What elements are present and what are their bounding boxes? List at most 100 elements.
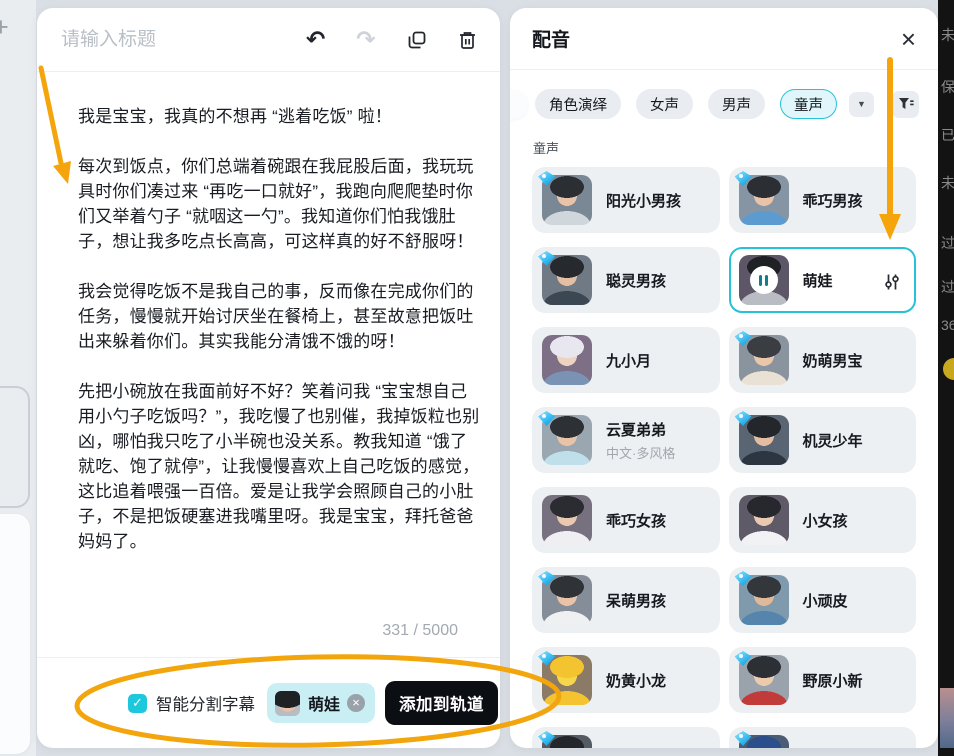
vip-diamond-icon — [735, 731, 752, 746]
voice-avatar — [739, 175, 789, 225]
voice-name: 聪灵男孩 — [606, 270, 666, 291]
text-paragraph: 先把小碗放在我面前好不好？笑着问我 “宝宝想自己用小勺子吃饭吗？”，我吃慢了也别… — [78, 379, 482, 554]
editor-bottombar: ✓ 智能分割字幕 萌娃 × 添加到轨道 — [37, 657, 500, 748]
voice-avatar — [542, 655, 592, 705]
voice-text-editor-panel: ↶ ↷ 我是宝宝，我真的不想再 “逃着吃饭” 啦！每次到饭点，你们总端着碗跟在我… — [37, 8, 500, 748]
filter-funnel-button[interactable] — [892, 91, 919, 118]
voice-name: 小顽皮 — [803, 590, 848, 611]
voice-avatar — [739, 335, 789, 385]
voice-avatar — [739, 255, 789, 305]
voice-card-野原小新[interactable]: 野原小新 — [729, 647, 917, 713]
voice-avatar — [542, 175, 592, 225]
voice-card-奶萌男宝[interactable]: 奶萌男宝 — [729, 327, 917, 393]
voice-subtitle: 中文·多风格 — [606, 443, 675, 462]
voice-card-乖巧女孩[interactable]: 乖巧女孩 — [532, 487, 720, 553]
background-cutoff-label: 已 — [941, 125, 954, 145]
voice-avatar — [542, 495, 592, 545]
filter-pill-童声[interactable]: 童声 — [780, 89, 837, 119]
voice-name: 机灵少年 — [803, 430, 863, 451]
voice-card[interactable] — [532, 727, 720, 748]
smart-split-checkbox[interactable]: ✓ — [128, 694, 147, 713]
editor-titlebar: ↶ ↷ — [37, 8, 500, 72]
filter-pill-男声[interactable]: 男声 — [708, 89, 765, 119]
voice-name: 小女孩 — [803, 510, 848, 531]
dubbing-panel: 配音 × 角色演绎女声男声童声 ▼ 童声 阳光小男孩 — [510, 8, 938, 748]
vip-diamond-icon — [538, 731, 555, 746]
filter-pill-角色演绎[interactable]: 角色演绎 — [535, 89, 621, 119]
vip-diamond-icon — [735, 171, 752, 186]
filter-row: 角色演绎女声男声童声 ▼ — [510, 88, 938, 120]
background-outline-box — [0, 386, 30, 508]
background-cutoff-label: 过 — [941, 233, 954, 253]
voice-avatar — [739, 495, 789, 545]
chip-voice-name: 萌娃 — [308, 691, 340, 715]
voice-name: 阳光小男孩 — [606, 190, 681, 211]
voice-name: 乖巧女孩 — [606, 510, 666, 531]
voice-name: 奶萌男宝 — [803, 350, 863, 371]
dubbing-header: 配音 × — [510, 8, 938, 70]
voice-card-阳光小男孩[interactable]: 阳光小男孩 — [532, 167, 720, 233]
voice-card-乖巧男孩[interactable]: 乖巧男孩 — [729, 167, 917, 233]
vip-diamond-icon — [538, 571, 555, 586]
voice-avatar — [739, 735, 789, 748]
funnel-icon — [898, 97, 914, 111]
voice-text-content[interactable]: 我是宝宝，我真的不想再 “逃着吃饭” 啦！每次到饭点，你们总端着碗跟在我屁股后面… — [78, 72, 482, 579]
undo-icon[interactable]: ↶ — [306, 28, 325, 52]
vip-diamond-icon — [735, 331, 752, 346]
text-paragraph: 我会觉得吃饭不是我自己的事，反而像在完成你们的任务，慢慢就开始讨厌坐在餐椅上，甚… — [78, 279, 482, 354]
voice-avatar — [739, 415, 789, 465]
chip-remove-icon[interactable]: × — [347, 694, 365, 712]
pause-icon[interactable] — [750, 266, 778, 294]
redo-icon[interactable]: ↷ — [356, 28, 375, 52]
voice-name: 萌娃 — [803, 270, 833, 291]
voice-avatar — [542, 575, 592, 625]
voice-name: 呆萌男孩 — [606, 590, 666, 611]
voice-name: 云夏弟弟 — [606, 419, 675, 440]
voice-card-九小月[interactable]: 九小月 — [532, 327, 720, 393]
vip-diamond-icon — [538, 651, 555, 666]
add-icon[interactable]: + — [0, 12, 9, 43]
voice-name: 野原小新 — [803, 670, 863, 691]
voice-avatar — [739, 655, 789, 705]
add-to-track-button[interactable]: 添加到轨道 — [385, 681, 498, 725]
duplicate-icon[interactable] — [407, 28, 427, 52]
vip-diamond-icon — [538, 251, 555, 266]
filter-more-button[interactable]: ▼ — [849, 92, 874, 117]
voice-card-小顽皮[interactable]: 小顽皮 — [729, 567, 917, 633]
vip-diamond-icon — [735, 411, 752, 426]
voice-name: 乖巧男孩 — [803, 190, 863, 211]
section-label: 童声 — [533, 138, 559, 157]
background-cutoff-label: 保 — [941, 77, 954, 97]
close-icon[interactable]: × — [901, 26, 916, 52]
vip-diamond-icon — [538, 171, 555, 186]
panel-title: 配音 — [532, 25, 570, 52]
background-thumbnail — [940, 688, 954, 748]
voice-name: 九小月 — [606, 350, 651, 371]
background-cutoff-label: 过 — [941, 277, 954, 297]
voice-avatar — [542, 735, 592, 748]
vip-diamond-icon — [735, 571, 752, 586]
voice-avatar — [739, 575, 789, 625]
delete-icon[interactable] — [458, 28, 477, 52]
voice-card-小女孩[interactable]: 小女孩 — [729, 487, 917, 553]
background-yellow-avatar — [943, 358, 954, 380]
voice-card-机灵少年[interactable]: 机灵少年 — [729, 407, 917, 473]
filter-pill-女声[interactable]: 女声 — [636, 89, 693, 119]
voice-card-萌娃[interactable]: 萌娃 — [729, 247, 917, 313]
voice-card[interactable] — [729, 727, 917, 748]
vip-diamond-icon — [735, 651, 752, 666]
voice-card-呆萌男孩[interactable]: 呆萌男孩 — [532, 567, 720, 633]
background-cutoff-label: 未 — [941, 25, 954, 45]
background-cutoff-label: 36 — [941, 317, 954, 333]
voice-card-奶黄小龙[interactable]: 奶黄小龙 — [532, 647, 720, 713]
chevron-down-icon: ▼ — [857, 99, 866, 109]
selected-voice-chip[interactable]: 萌娃 × — [267, 683, 375, 723]
voice-card-聪灵男孩[interactable]: 聪灵男孩 — [532, 247, 720, 313]
voice-settings-icon[interactable] — [883, 273, 901, 291]
title-input[interactable] — [61, 29, 306, 51]
voice-avatar — [542, 415, 592, 465]
smart-split-label: 智能分割字幕 — [156, 691, 255, 715]
voice-card-云夏弟弟[interactable]: 云夏弟弟 中文·多风格 — [532, 407, 720, 473]
voice-grid: 阳光小男孩 乖巧男孩 — [532, 167, 916, 748]
voice-avatar — [542, 335, 592, 385]
